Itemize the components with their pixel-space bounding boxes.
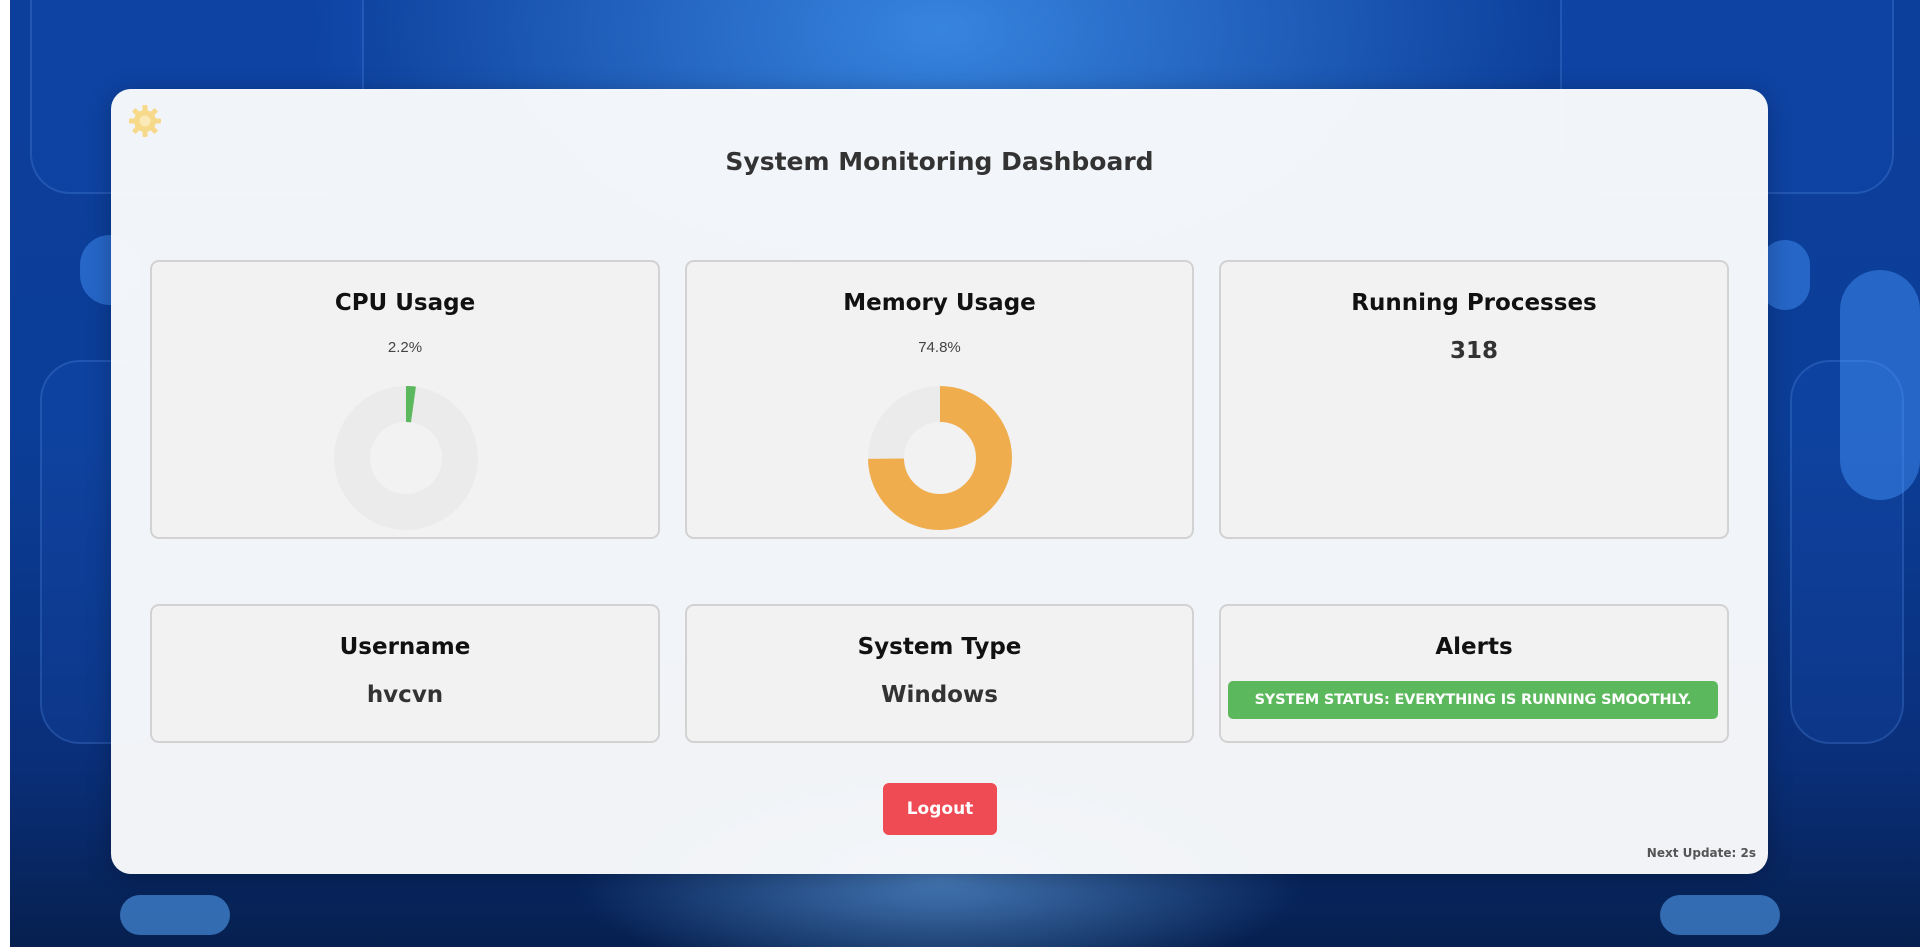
username-value: hvcvn	[366, 682, 444, 708]
memory-usage-donut	[868, 386, 1012, 530]
alerts-title: Alerts	[1435, 634, 1513, 660]
running-processes-count: 318	[1449, 338, 1498, 364]
next-update-countdown: Next Update: 2s	[1646, 846, 1756, 860]
running-processes-card: Running Processes 318	[1219, 260, 1729, 539]
memory-usage-card: Memory Usage 74.8%	[685, 260, 1194, 539]
system-type-title: System Type	[857, 634, 1022, 660]
left-edge-strip	[0, 0, 10, 947]
cpu-donut-track	[334, 386, 478, 530]
cpu-usage-card: CPU Usage 2.2%	[150, 260, 660, 539]
cpu-usage-donut	[334, 386, 478, 530]
username-title: Username	[339, 634, 471, 660]
cpu-usage-title: CPU Usage	[334, 290, 476, 316]
system-type-card: System Type Windows	[685, 604, 1194, 743]
logout-button[interactable]: Logout	[883, 783, 997, 835]
cpu-usage-percent: 2.2%	[387, 339, 423, 356]
gear-icon[interactable]	[128, 104, 162, 138]
dashboard-panel: System Monitoring Dashboard CPU Usage 2.…	[111, 89, 1768, 874]
page-title: System Monitoring Dashboard	[725, 147, 1154, 176]
memory-usage-percent: 74.8%	[918, 339, 961, 356]
memory-usage-title: Memory Usage	[843, 290, 1036, 316]
cpu-donut-arc	[405, 386, 416, 423]
username-card: Username hvcvn	[150, 604, 660, 743]
alerts-card: Alerts SYSTEM STATUS: EVERYTHING IS RUNN…	[1219, 604, 1729, 743]
alert-status-banner: SYSTEM STATUS: EVERYTHING IS RUNNING SMO…	[1228, 681, 1718, 719]
system-type-value: Windows	[881, 682, 998, 708]
running-processes-title: Running Processes	[1351, 290, 1597, 316]
